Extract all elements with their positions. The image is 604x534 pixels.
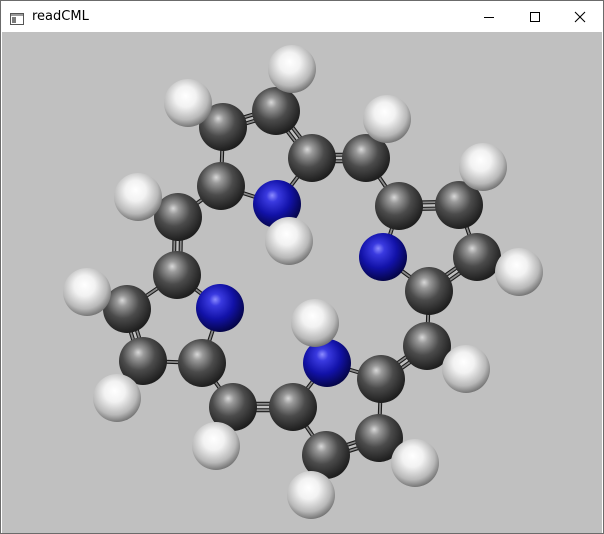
carbon-atom <box>197 162 245 210</box>
title-bar[interactable]: readCML <box>1 1 603 32</box>
maximize-icon <box>529 11 541 23</box>
hydrogen-atom <box>391 439 439 487</box>
hydrogen-atom <box>291 299 339 347</box>
hydrogen-atom <box>63 268 111 316</box>
carbon-atom <box>405 267 453 315</box>
window-title: readCML <box>32 9 89 24</box>
minimize-icon <box>483 11 495 23</box>
hydrogen-atom <box>287 471 335 519</box>
maximize-button[interactable] <box>512 1 558 32</box>
hydrogen-atom <box>265 217 313 265</box>
app-window: readCML <box>0 0 604 534</box>
hydrogen-atom <box>442 345 490 393</box>
nitrogen-atom <box>196 284 244 332</box>
carbon-atom <box>453 233 501 281</box>
carbon-atom <box>357 355 405 403</box>
hydrogen-atom <box>192 422 240 470</box>
carbon-atom <box>288 134 336 182</box>
carbon-atom <box>269 383 317 431</box>
hydrogen-atom <box>363 95 411 143</box>
close-button[interactable] <box>557 1 603 32</box>
minimize-button[interactable] <box>466 1 512 32</box>
carbon-atom <box>252 87 300 135</box>
nitrogen-atom <box>359 233 407 281</box>
hydrogen-atom <box>268 45 316 93</box>
hydrogen-atom <box>459 143 507 191</box>
molecule-viewport[interactable] <box>2 32 602 533</box>
molecule-render <box>63 45 543 519</box>
hydrogen-atom <box>495 248 543 296</box>
hydrogen-atom <box>114 173 162 221</box>
carbon-atom <box>178 339 226 387</box>
carbon-atom <box>153 251 201 299</box>
hydrogen-atom <box>164 79 212 127</box>
hydrogen-atom <box>93 374 141 422</box>
close-icon <box>574 11 586 23</box>
app-window-icon <box>10 10 24 25</box>
carbon-atom <box>375 182 423 230</box>
